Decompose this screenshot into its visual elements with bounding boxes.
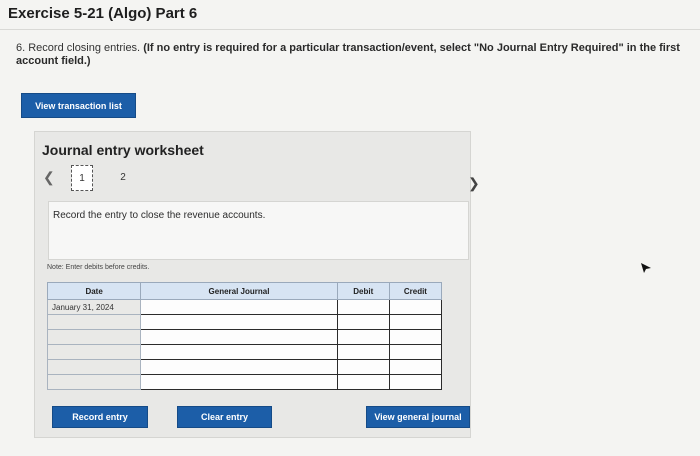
chevron-left-icon[interactable]: ❮ [43,169,55,186]
credit-input[interactable] [388,314,443,330]
account-input[interactable] [140,329,338,345]
worksheet-title: Journal entry worksheet [42,142,204,158]
question-text: 6. Record closing entries. (If no entry … [16,42,691,68]
table-row [46,344,443,360]
page-title: Exercise 5-21 (Algo) Part 6 [8,5,198,22]
date-cell [46,344,142,360]
credit-input[interactable] [388,359,443,375]
table-row [46,329,443,345]
question-prompt: 6. Record closing entries. [16,42,141,54]
account-input[interactable] [140,299,338,315]
clear-entry-button[interactable]: Clear entry [177,406,272,428]
journal-entry-worksheet: Journal entry worksheet ❮ 1 2 Record the… [34,131,471,438]
debit-input[interactable] [336,374,390,390]
page-1-tab[interactable]: 1 [71,165,93,191]
column-header-debit: Debit [336,282,390,300]
debit-input[interactable] [336,314,390,330]
note-text: Note: Enter debits before credits. [47,264,150,271]
view-general-journal-button[interactable]: View general journal [366,406,470,428]
debit-input[interactable] [336,329,390,345]
table-row [46,314,443,330]
credit-input[interactable] [388,329,443,345]
page-2-tab[interactable]: 2 [113,165,133,189]
debit-input[interactable] [336,359,390,375]
column-header-date: Date [46,282,142,300]
table-row [46,359,443,375]
chevron-right-icon[interactable]: ❯ [468,175,480,192]
debit-input[interactable] [336,299,390,315]
date-cell [46,374,142,390]
date-cell [46,314,142,330]
account-input[interactable] [140,344,338,360]
credit-input[interactable] [388,299,443,315]
date-cell: January 31, 2024 [46,299,142,315]
date-cell [46,329,142,345]
view-transaction-list-button[interactable]: View transaction list [21,93,136,118]
column-header-general-journal: General Journal [140,282,338,300]
mouse-cursor-icon [641,263,651,273]
table-row [46,374,443,390]
header-divider [0,29,700,30]
credit-input[interactable] [388,344,443,360]
account-input[interactable] [140,314,338,330]
account-input[interactable] [140,374,338,390]
entry-description: Record the entry to close the revenue ac… [53,210,266,221]
record-entry-button[interactable]: Record entry [52,406,148,428]
account-input[interactable] [140,359,338,375]
column-header-credit: Credit [388,282,443,300]
table-row: January 31, 2024 [46,299,443,315]
debit-input[interactable] [336,344,390,360]
date-cell [46,359,142,375]
journal-entry-table: Date General Journal Debit Credit Januar… [46,282,443,390]
credit-input[interactable] [388,374,443,390]
